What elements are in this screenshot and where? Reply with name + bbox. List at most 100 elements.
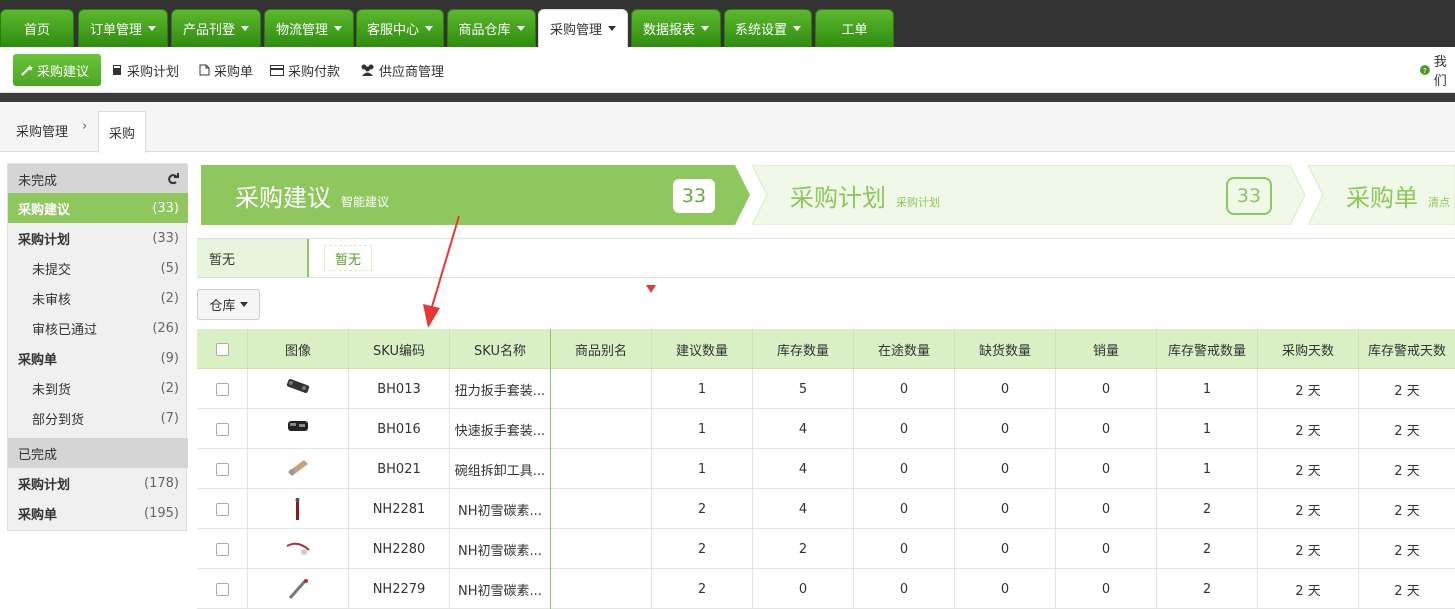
row-checkbox[interactable] <box>215 462 229 476</box>
nav-tab-listing[interactable]: 产品刊登 <box>171 9 261 47</box>
row-select-cell <box>197 569 248 609</box>
sidebar-item-partially-arrived[interactable]: 部分到货 (7) <box>8 403 188 433</box>
column-header[interactable]: SKU名称 <box>450 329 551 369</box>
caret-down-icon <box>516 26 525 31</box>
product-thumbnail[interactable] <box>284 376 312 402</box>
cell-sales: 0 <box>1056 569 1157 609</box>
column-header[interactable]: SKU编码 <box>349 329 450 369</box>
step-title: 采购计划 <box>790 184 886 212</box>
cell-alert_qty: 1 <box>1157 449 1258 489</box>
row-checkbox[interactable] <box>215 582 229 596</box>
sidebar-item-count: (26) <box>152 320 179 336</box>
nav-tab-reports[interactable]: 数据报表 <box>631 9 721 47</box>
column-header[interactable]: 在途数量 <box>854 329 955 369</box>
subnav-label: 采购单 <box>214 64 254 80</box>
column-header[interactable]: 采购天数 <box>1258 329 1359 369</box>
nav-tab-orders[interactable]: 订单管理 <box>78 9 168 47</box>
help-link[interactable]: ? 我们 <box>1420 54 1455 89</box>
warehouse-dropdown-button[interactable]: 仓库 <box>197 289 260 320</box>
step-subtitle: 智能建议 <box>341 195 390 209</box>
column-header[interactable]: 图像 <box>248 329 349 369</box>
sidebar-item-purchase-order[interactable]: 采购单 (9) <box>8 343 188 373</box>
row-checkbox[interactable] <box>215 542 229 556</box>
column-header[interactable]: 建议数量 <box>652 329 753 369</box>
step-purchase-order[interactable]: 采购单 清点 <box>1346 178 1450 213</box>
column-header[interactable]: 库存警戒天数 <box>1359 329 1455 369</box>
product-thumbnail[interactable] <box>284 416 312 442</box>
product-thumbnail[interactable] <box>284 496 312 522</box>
caret-down-icon <box>334 26 342 31</box>
nav-tab-settings[interactable]: 系统设置 <box>724 9 812 47</box>
step-purchase-suggestion[interactable]: 采购建议 智能建议 <box>235 178 389 213</box>
product-image-cell <box>248 489 349 529</box>
cell-sales: 0 <box>1056 529 1157 569</box>
chevron-right-icon: › <box>82 119 88 134</box>
sidebar-item-done-purchase-order[interactable]: 采购单 (195) <box>8 498 188 528</box>
table-row[interactable]: NH2280 NH初雪碳素... 2 2 0 0 0 2 2 天2 天 <box>197 529 1455 569</box>
column-header[interactable]: 库存数量 <box>753 329 854 369</box>
sidebar-header-complete: 已完成 <box>8 438 188 468</box>
subnav-supplier-management[interactable]: 供应商管理 <box>360 54 444 86</box>
nav-tab-logistics[interactable]: 物流管理 <box>264 9 354 47</box>
table-row[interactable]: NH2281 NH初雪碳素... 2 4 0 0 0 2 2 天2 天 <box>197 489 1455 529</box>
subnav-purchase-payment[interactable]: 采购付款 <box>270 54 340 86</box>
cell-days: 2 天 <box>1258 569 1359 609</box>
cell-alias <box>551 449 652 489</box>
caret-down-icon <box>148 26 156 31</box>
filter-tag[interactable]: 暂无 <box>324 245 373 271</box>
sidebar-item-purchase-suggestion[interactable]: 采购建议 (33) <box>8 193 188 223</box>
product-thumbnail[interactable] <box>284 536 312 562</box>
column-header[interactable]: 商品别名 <box>551 329 652 369</box>
sidebar-item-approved[interactable]: 审核已通过 (26) <box>8 313 188 343</box>
nav-tab-tickets[interactable]: 工单 <box>815 9 894 47</box>
table-row[interactable]: BH013 扭力扳手套装... 1 5 0 0 0 1 2 天2 天 <box>197 369 1455 409</box>
nav-tab-home[interactable]: 首页 <box>0 9 74 47</box>
table-row[interactable]: NH2279 NH初雪碳素... 2 0 0 0 0 2 2 天2 天 <box>197 569 1455 609</box>
cell-alert_days: 2 天 <box>1394 383 1420 399</box>
sidebar-item-count: (5) <box>160 260 179 276</box>
collapse-toggle-icon[interactable] <box>646 285 656 293</box>
nav-tab-purchasing[interactable]: 采购管理 <box>538 9 628 47</box>
sidebar-header-incomplete: 未完成 <box>8 164 188 194</box>
step-count-badge: 33 <box>1226 177 1272 215</box>
cell-days: 2 天 <box>1258 449 1359 489</box>
nav-tab-warehouse[interactable]: 商品仓库 <box>447 9 536 47</box>
subnav-purchase-plan[interactable]: 采购计划 <box>111 54 179 86</box>
file-icon <box>199 64 210 76</box>
row-checkbox[interactable] <box>215 502 229 516</box>
filter-label: 暂无 <box>197 239 309 277</box>
sidebar-item-count: (178) <box>144 475 179 491</box>
cell-transit: 0 <box>854 449 955 489</box>
cell-sku: BH021 <box>349 449 450 489</box>
sidebar-item-done-purchase-plan[interactable]: 采购计划 (178) <box>8 468 188 498</box>
subnav-purchase-order[interactable]: 采购单 <box>199 54 253 86</box>
sidebar-item-not-reviewed[interactable]: 未审核 (2) <box>8 283 188 313</box>
step-purchase-plan[interactable]: 采购计划 采购计划 <box>790 178 940 213</box>
column-header[interactable]: 销量 <box>1056 329 1157 369</box>
cell-sku: BH013 <box>349 369 450 409</box>
cell-sku: NH2281 <box>349 489 450 529</box>
cell-sales: 0 <box>1056 489 1157 529</box>
sidebar-item-not-arrived[interactable]: 未到货 (2) <box>8 373 188 403</box>
select-all-checkbox[interactable] <box>215 342 229 356</box>
breadcrumb-tab-current[interactable]: 采购 <box>98 111 146 153</box>
refresh-icon[interactable] <box>167 173 179 185</box>
sidebar-item-count: (33) <box>152 200 179 216</box>
nav-tab-customer-service[interactable]: 客服中心 <box>356 9 444 47</box>
table-row[interactable]: BH021 碗组拆卸工具... 1 4 0 0 0 1 2 天2 天 <box>197 449 1455 489</box>
step-subtitle: 清点 <box>1428 196 1450 209</box>
subnav-label: 采购计划 <box>127 64 180 80</box>
breadcrumb-parent[interactable]: 采购管理 <box>16 121 68 140</box>
column-header[interactable]: 缺货数量 <box>955 329 1056 369</box>
sidebar-item-purchase-plan[interactable]: 采购计划 (33) <box>8 223 188 253</box>
column-header[interactable]: 库存警戒数量 <box>1157 329 1258 369</box>
product-thumbnail[interactable] <box>284 576 312 602</box>
product-thumbnail[interactable] <box>284 456 312 482</box>
row-checkbox[interactable] <box>215 382 229 396</box>
table-row[interactable]: BH016 快速扳手套装... 1 4 0 0 0 1 2 天2 天 <box>197 409 1455 449</box>
row-checkbox[interactable] <box>215 422 229 436</box>
cell-alert_days: 2 天 <box>1394 423 1420 439</box>
subnav-purchase-suggestion[interactable]: 采购建议 <box>13 54 101 86</box>
annotation-arrow <box>423 215 460 328</box>
sidebar-item-not-submitted[interactable]: 未提交 (5) <box>8 253 188 283</box>
